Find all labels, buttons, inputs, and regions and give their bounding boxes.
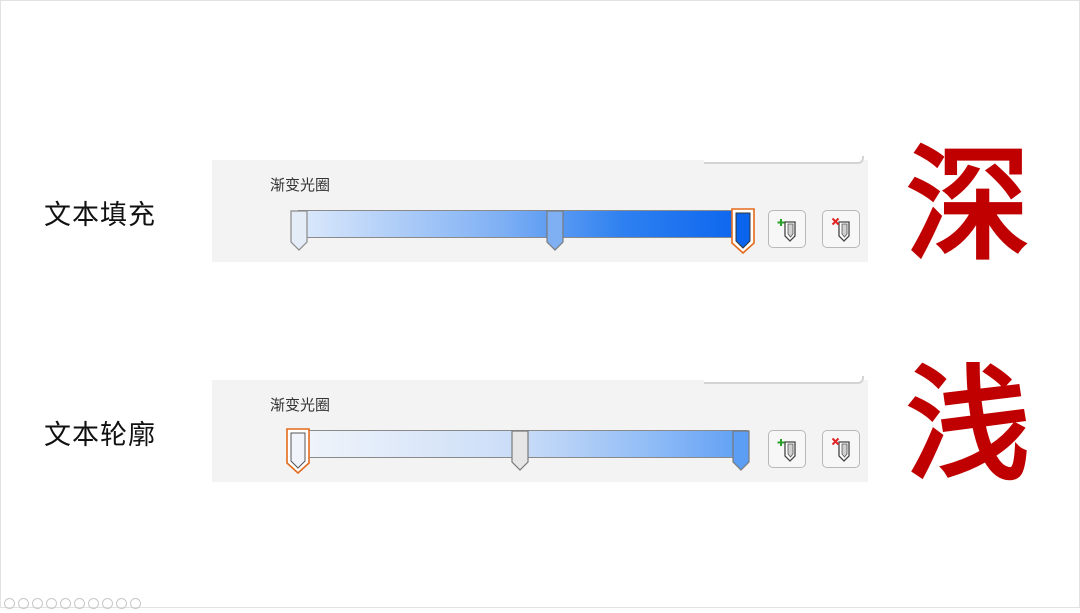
emphasis-dark: 深 [906,134,1031,278]
status-control-icon[interactable] [116,598,127,609]
panel-tab-edge [704,156,864,164]
status-control-icon[interactable] [60,598,71,609]
status-control-icon[interactable] [32,598,43,609]
status-control-icon[interactable] [46,598,57,609]
add-gradient-stop-button[interactable] [768,430,806,468]
remove-gradient-stop-button[interactable] [822,210,860,248]
gradient-stops-label: 渐变光圈 [270,396,331,414]
row-label-text-outline: 文本轮廓 [44,420,156,451]
add-gradient-stop-icon [777,219,796,242]
status-control-icon[interactable] [18,598,29,609]
gradient-stops-label: 渐变光圈 [270,176,331,194]
slide-status-controls [4,594,144,609]
add-gradient-stop-icon [777,439,796,462]
gradient-stop-end[interactable] [732,430,750,471]
remove-gradient-stop-icon [831,217,850,242]
slide-frame [0,0,1080,608]
row-label-text-fill: 文本填充 [44,200,156,231]
panel-tab-edge [704,376,864,384]
add-gradient-stop-button[interactable] [768,210,806,248]
status-control-icon[interactable] [130,598,141,609]
emphasis-light: 浅 [906,354,1031,498]
status-control-icon[interactable] [4,598,15,609]
gradient-stop-middle[interactable] [546,210,564,251]
status-control-icon[interactable] [88,598,99,609]
gradient-stop-start[interactable] [290,210,308,251]
gradient-stop-start-selected[interactable] [286,428,310,474]
gradient-panel-text-outline: 渐变光圈 [212,376,868,482]
gradient-stop-end-selected[interactable] [731,208,755,254]
gradient-panel-text-fill: 渐变光圈 [212,156,868,262]
status-control-icon[interactable] [74,598,85,609]
status-control-icon[interactable] [102,598,113,609]
gradient-stop-middle[interactable] [511,430,529,471]
remove-gradient-stop-button[interactable] [822,430,860,468]
gradient-track[interactable] [298,210,748,238]
remove-gradient-stop-icon [831,437,850,462]
